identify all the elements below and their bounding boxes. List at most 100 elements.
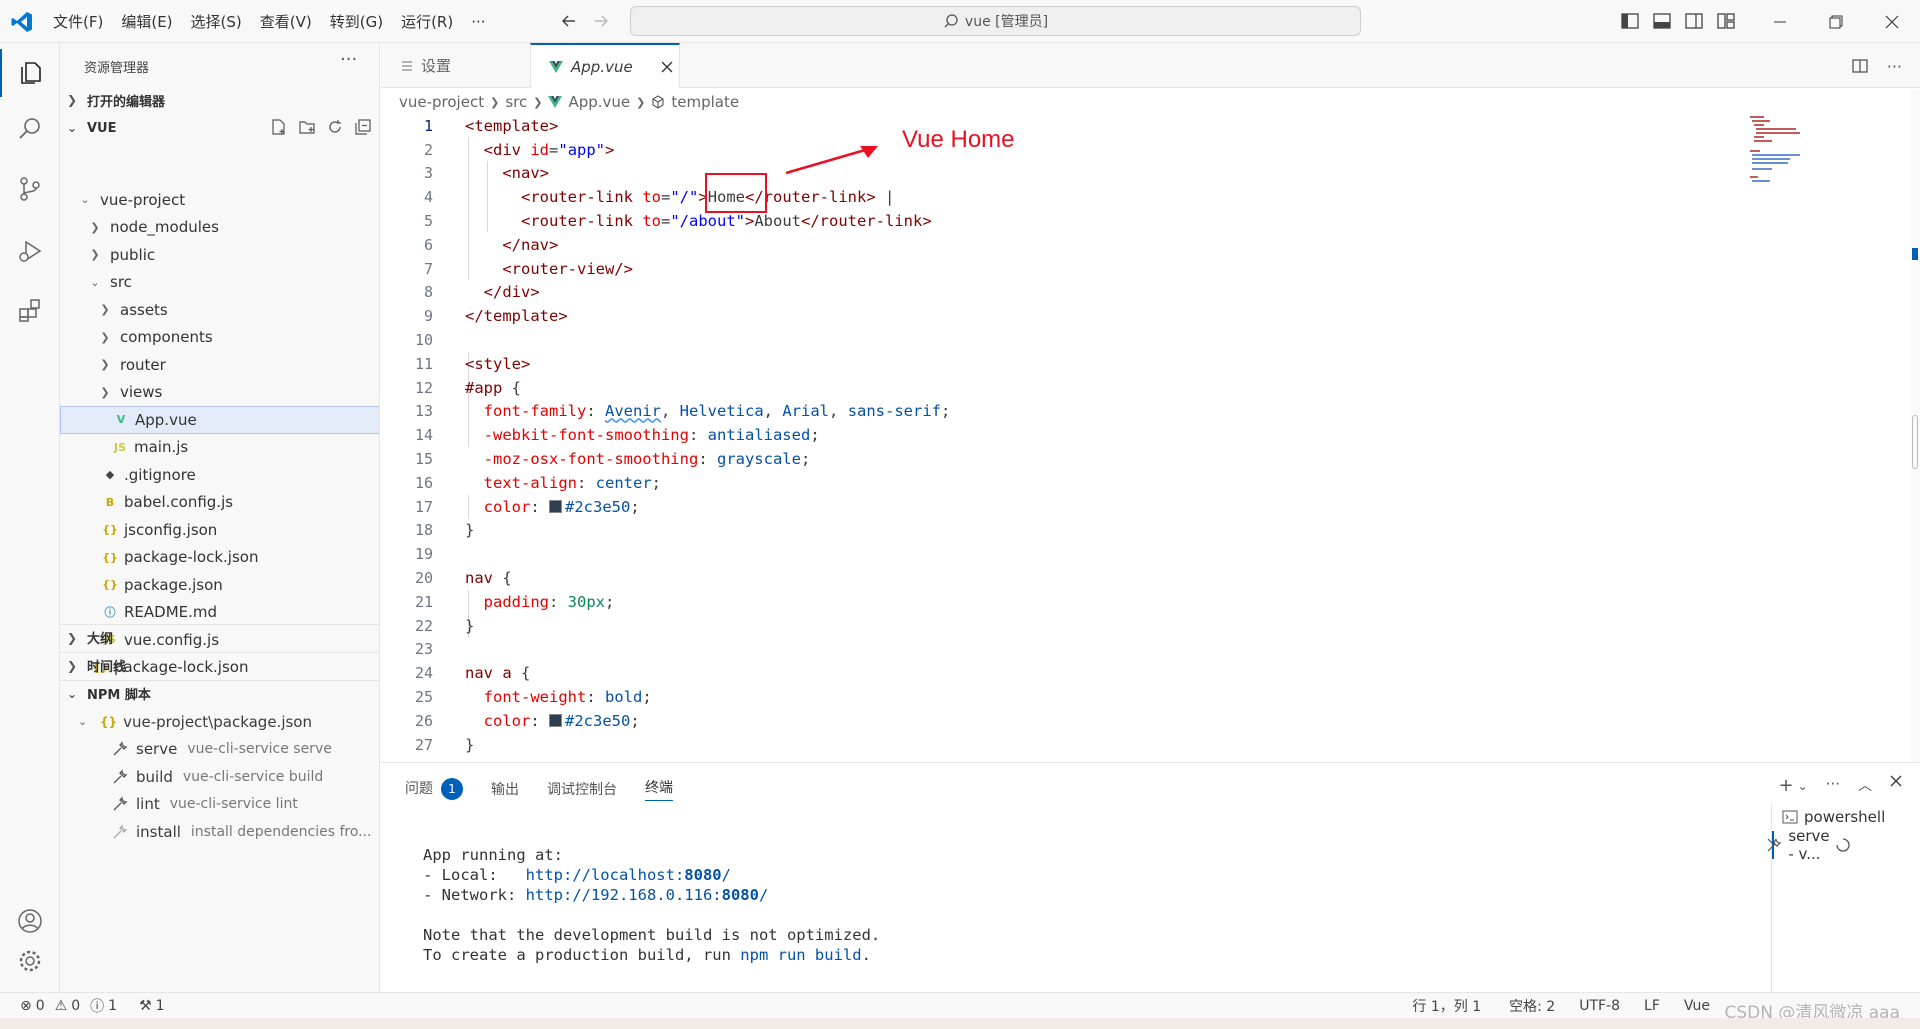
tree-item[interactable]: ❯ public (60, 241, 379, 269)
cursor-position[interactable]: 行 1，列 1 (1412, 996, 1481, 1016)
tree-item-label: views (120, 383, 163, 402)
tree-item[interactable]: {} package-lock.json (60, 544, 379, 572)
more-panel-actions-icon[interactable]: ··· (1826, 775, 1840, 796)
eol-status[interactable]: LF (1644, 998, 1660, 1014)
npm-package-item[interactable]: ⌄ {} vue-project\package.json (60, 708, 379, 736)
menu-file[interactable]: 文件(F) (44, 11, 112, 32)
menu-view[interactable]: 查看(V) (251, 11, 321, 32)
run-debug-icon[interactable] (0, 227, 60, 275)
tree-item[interactable]: Bbabel.config.js (60, 489, 379, 517)
tree-item[interactable]: ⌄ src (60, 269, 379, 297)
breadcrumb-item[interactable]: App.vue (568, 93, 630, 111)
maximize-panel-icon[interactable]: ︿ (1858, 775, 1872, 796)
tree-item[interactable]: ❯ router (60, 351, 379, 379)
chevron-down-icon[interactable]: ⌄ (1798, 779, 1808, 796)
tree-item[interactable]: ❯ assets (60, 296, 379, 324)
problems-status[interactable]: ⊗ 0 ⚠ 0 ⓘ 1 (20, 996, 117, 1016)
menu-selection[interactable]: 选择(S) (182, 11, 251, 32)
command-center-search[interactable]: vue [管理员] (630, 6, 1361, 36)
timeline-section[interactable]: ❯ 时间线 (60, 652, 379, 678)
settings-gear-icon[interactable] (0, 937, 60, 985)
minimize-icon[interactable] (1752, 0, 1808, 43)
editor-scrollbar[interactable] (1910, 90, 1920, 762)
open-editors-section[interactable]: ❯ 打开的编辑器 (60, 87, 379, 113)
close-window-icon[interactable] (1864, 0, 1920, 43)
terminal-serve[interactable]: serve - v... (1767, 827, 1850, 863)
terminal-list: powershell serve - v... (1767, 803, 1920, 993)
toggle-panel-icon[interactable] (1652, 11, 1672, 31)
tree-item[interactable]: ⌄ vue-project (60, 186, 379, 214)
network-url-link[interactable]: http://192.168.0.116: (526, 886, 722, 904)
tab-problems[interactable]: 问题 1 (405, 778, 463, 800)
menu-more[interactable]: ··· (462, 13, 494, 31)
tab-app-vue[interactable]: App.vue (530, 43, 680, 88)
code-line: 5 <router-link to="/about">About</router… (423, 212, 932, 231)
terminal-output[interactable]: App running at: - Local: http://localhost… (423, 845, 880, 965)
js-file-icon: JS (113, 440, 126, 454)
breadcrumb-item[interactable]: vue-project (399, 93, 484, 111)
code-editor[interactable]: 1 <template> 2 <div id="app"> 3 <nav> 4 <… (381, 114, 1911, 762)
tree-item[interactable]: V App.vue (60, 406, 379, 434)
npm-script-item[interactable]: lint vue-cli-service lint (60, 791, 379, 819)
new-folder-icon[interactable] (298, 118, 316, 136)
npm-scripts-label: NPM 脚本 (87, 688, 151, 703)
code-line: 24 nav a { (414, 664, 531, 683)
chevron-right-icon: ❯ (90, 248, 100, 262)
breadcrumb-item[interactable]: template (671, 93, 739, 111)
more-actions-icon[interactable]: ··· (340, 49, 357, 70)
new-file-icon[interactable] (270, 118, 288, 136)
tree-item[interactable]: ❯ node_modules (60, 214, 379, 242)
terminal-icon (1782, 809, 1798, 825)
tree-item[interactable]: ❯ views (60, 379, 379, 407)
tree-item[interactable]: ❯ components (60, 324, 379, 352)
tab-debug-console[interactable]: 调试控制台 (547, 779, 617, 799)
restore-icon[interactable] (1808, 0, 1864, 43)
code-line: 12 #app { (414, 378, 522, 397)
tab-output[interactable]: 输出 (491, 779, 519, 799)
tree-item[interactable]: {} jsconfig.json (60, 516, 379, 544)
toggle-primary-sidebar-icon[interactable] (1620, 11, 1640, 31)
search-view-icon[interactable] (0, 105, 60, 153)
menu-go[interactable]: 转到(G) (321, 11, 392, 32)
bottom-strip (0, 1018, 1920, 1029)
code-line: 25 font-weight: bold; (414, 688, 652, 707)
tab-settings[interactable]: 设置 (381, 43, 529, 88)
source-control-icon[interactable] (0, 165, 60, 213)
outline-section[interactable]: ❯ 大纲 (60, 624, 379, 650)
tree-item[interactable]: {} package.json (60, 571, 379, 599)
forward-arrow-icon[interactable] (592, 12, 610, 30)
split-editor-icon[interactable] (1851, 57, 1869, 76)
json-icon: {} (100, 714, 118, 729)
customize-layout-icon[interactable] (1716, 11, 1736, 31)
back-arrow-icon[interactable] (560, 12, 578, 30)
info-icon: ⓘ (90, 998, 105, 1015)
menu-run[interactable]: 运行(R) (392, 11, 462, 32)
toggle-secondary-sidebar-icon[interactable] (1684, 11, 1704, 31)
chevron-right-icon: ❯ (636, 95, 646, 109)
npm-script-item[interactable]: serve vue-cli-service serve (60, 736, 379, 764)
close-tab-icon[interactable] (661, 61, 673, 73)
vue-folder-section[interactable]: ⌄ VUE (60, 115, 379, 141)
tree-item[interactable]: JS main.js (60, 434, 379, 462)
tasks-status[interactable]: ⚒ 1 (139, 998, 164, 1014)
menu-edit[interactable]: 编辑(E) (112, 11, 181, 32)
encoding-status[interactable]: UTF-8 (1579, 998, 1620, 1014)
tab-terminal[interactable]: 终端 (645, 777, 673, 801)
tree-item[interactable]: ⓘ README.md (60, 599, 379, 627)
explorer-icon[interactable] (0, 49, 60, 97)
refresh-icon[interactable] (326, 118, 344, 136)
tree-item[interactable]: ◆ .gitignore (60, 461, 379, 489)
extensions-icon[interactable] (0, 287, 60, 335)
new-terminal-icon[interactable]: + (1779, 775, 1794, 796)
tree-item-label: package.json (124, 575, 223, 594)
npm-scripts-section[interactable]: ⌄ NPM 脚本 (60, 680, 379, 706)
more-editor-actions-icon[interactable]: ··· (1887, 57, 1902, 76)
close-panel-icon[interactable] (1890, 775, 1902, 796)
npm-script-item[interactable]: build vue-cli-service build (60, 763, 379, 791)
local-url-link[interactable]: http://localhost: (526, 866, 685, 884)
collapse-all-icon[interactable] (354, 118, 372, 136)
language-mode[interactable]: Vue (1684, 998, 1710, 1014)
indentation-status[interactable]: 空格: 2 (1509, 996, 1555, 1016)
breadcrumb-item[interactable]: src (505, 93, 527, 111)
npm-script-item[interactable]: install install dependencies fro... (60, 818, 379, 846)
